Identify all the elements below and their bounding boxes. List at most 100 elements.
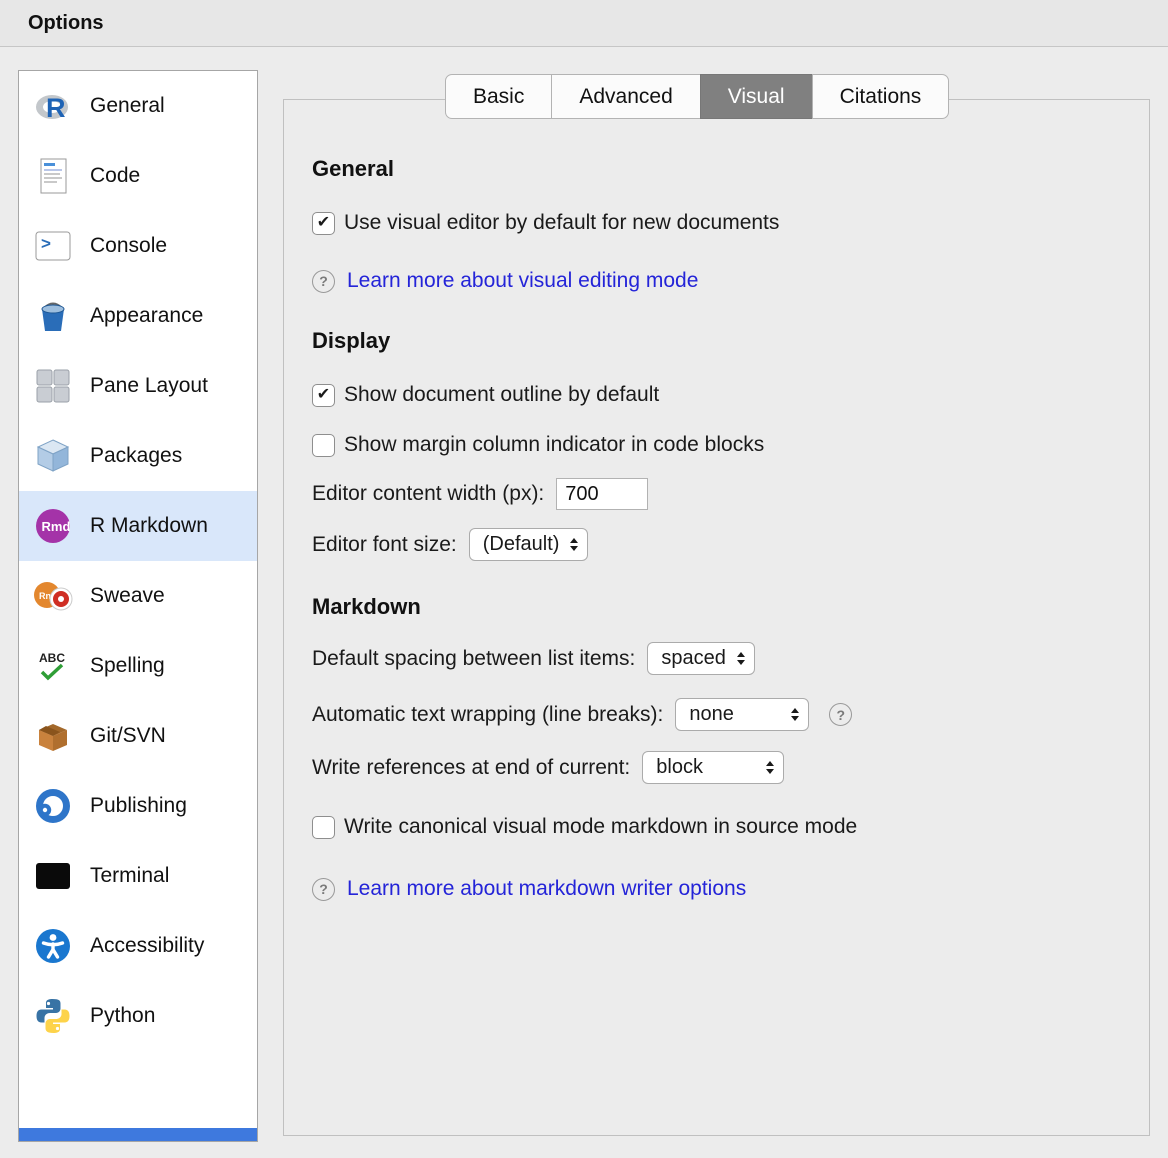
abc-spellcheck-icon: ABC xyxy=(31,644,75,688)
references-label: Write references at end of current: xyxy=(312,756,630,780)
svg-text:Rmd: Rmd xyxy=(42,519,71,534)
markdown-writer-help-row: ? Learn more about markdown writer optio… xyxy=(312,877,1119,901)
sidebar-partial-item-highlight xyxy=(19,1128,257,1141)
show-outline-checkbox[interactable] xyxy=(312,384,335,407)
text-wrapping-row: Automatic text wrapping (line breaks): n… xyxy=(312,698,1119,731)
show-outline-row: Show document outline by default xyxy=(312,382,1119,408)
tab-visual[interactable]: Visual xyxy=(700,74,813,119)
selected-value: block xyxy=(656,756,703,779)
editor-content-width-input[interactable] xyxy=(556,478,648,510)
stepper-arrows-icon xyxy=(766,761,774,774)
sidebar-item-label: Python xyxy=(90,1004,155,1028)
tab-basic[interactable]: Basic xyxy=(445,74,552,119)
sidebar-item-label: R Markdown xyxy=(90,514,208,538)
visual-editing-help-link[interactable]: Learn more about visual editing mode xyxy=(347,269,698,293)
cardboard-box-icon xyxy=(31,714,75,758)
canonical-markdown-row: Write canonical visual mode markdown in … xyxy=(312,814,1119,840)
tab-citations[interactable]: Citations xyxy=(812,74,950,119)
text-wrapping-label: Automatic text wrapping (line breaks): xyxy=(312,703,663,727)
sidebar-item-accessibility[interactable]: Accessibility xyxy=(19,911,257,981)
selected-value: none xyxy=(689,703,734,726)
help-icon[interactable]: ? xyxy=(312,878,335,901)
sidebar-item-terminal[interactable]: Terminal xyxy=(19,841,257,911)
sidebar-item-console[interactable]: > Console xyxy=(19,211,257,281)
visual-options-panel: General Use visual editor by default for… xyxy=(283,99,1150,1136)
show-margin-row: Show margin column indicator in code blo… xyxy=(312,432,1119,458)
sidebar-item-general[interactable]: R General xyxy=(19,71,257,141)
stepper-arrows-icon xyxy=(737,652,745,665)
content-width-label: Editor content width (px): xyxy=(312,482,544,506)
accessibility-person-icon xyxy=(31,924,75,968)
console-prompt-icon: > xyxy=(31,224,75,268)
sidebar-item-label: Sweave xyxy=(90,584,165,608)
sidebar-item-pane-layout[interactable]: Pane Layout xyxy=(19,351,257,421)
section-heading-display: Display xyxy=(312,328,1119,354)
stepper-arrows-icon xyxy=(791,708,799,721)
references-row: Write references at end of current: bloc… xyxy=(312,751,1119,784)
content-width-row: Editor content width (px): xyxy=(312,478,1119,510)
sidebar-item-label: Appearance xyxy=(90,304,203,328)
use-visual-editor-row: Use visual editor by default for new doc… xyxy=(312,210,1119,236)
sidebar-item-packages[interactable]: Packages xyxy=(19,421,257,491)
sidebar-item-label: Pane Layout xyxy=(90,374,208,398)
editor-font-size-select[interactable]: (Default) xyxy=(469,528,589,561)
sidebar-item-label: Publishing xyxy=(90,794,187,818)
section-heading-general: General xyxy=(312,156,1119,182)
font-size-row: Editor font size: (Default) xyxy=(312,528,1119,561)
sidebar-item-label: Git/SVN xyxy=(90,724,166,748)
rmarkdown-ball-icon: Rmd xyxy=(31,504,75,548)
show-outline-label: Show document outline by default xyxy=(344,382,659,408)
sidebar-item-spelling[interactable]: ABC Spelling xyxy=(19,631,257,701)
sidebar-item-sweave[interactable]: Rnw Sweave xyxy=(19,561,257,631)
terminal-screen-icon xyxy=(31,854,75,898)
use-visual-editor-label: Use visual editor by default for new doc… xyxy=(344,210,779,236)
font-size-label: Editor font size: xyxy=(312,533,457,557)
list-spacing-select[interactable]: spaced xyxy=(647,642,755,675)
list-spacing-row: Default spacing between list items: spac… xyxy=(312,642,1119,675)
sidebar-item-label: Terminal xyxy=(90,864,169,888)
references-select[interactable]: block xyxy=(642,751,784,784)
svg-text:>: > xyxy=(41,234,51,253)
code-document-icon xyxy=(31,154,75,198)
text-wrapping-select[interactable]: none xyxy=(675,698,809,731)
window-title: Options xyxy=(28,12,104,35)
show-margin-checkbox[interactable] xyxy=(312,434,335,457)
pane-grid-icon xyxy=(31,364,75,408)
tab-advanced[interactable]: Advanced xyxy=(551,74,700,119)
sidebar-item-code[interactable]: Code xyxy=(19,141,257,211)
publish-connect-icon xyxy=(31,784,75,828)
use-visual-editor-checkbox[interactable] xyxy=(312,212,335,235)
options-category-sidebar: R General Code > Console Appearance Pane… xyxy=(18,70,258,1142)
visual-editing-help-row: ? Learn more about visual editing mode xyxy=(312,269,1119,293)
sidebar-item-label: Packages xyxy=(90,444,182,468)
sidebar-item-appearance[interactable]: Appearance xyxy=(19,281,257,351)
python-logo-icon xyxy=(31,994,75,1038)
options-tab-bar: Basic Advanced Visual Citations xyxy=(445,74,949,119)
selected-value: spaced xyxy=(661,647,726,670)
sidebar-item-label: Spelling xyxy=(90,654,165,678)
text-wrapping-help-icon[interactable]: ? xyxy=(829,703,852,726)
canonical-markdown-checkbox[interactable] xyxy=(312,816,335,839)
selected-value: (Default) xyxy=(483,533,560,556)
markdown-writer-help-link[interactable]: Learn more about markdown writer options xyxy=(347,877,746,901)
canonical-markdown-label: Write canonical visual mode markdown in … xyxy=(344,814,857,840)
svg-text:R: R xyxy=(46,93,66,123)
sidebar-item-git-svn[interactable]: Git/SVN xyxy=(19,701,257,771)
sidebar-item-label: General xyxy=(90,94,165,118)
window-titlebar: Options xyxy=(0,0,1168,47)
svg-text:ABC: ABC xyxy=(39,651,65,665)
package-cube-icon xyxy=(31,434,75,478)
list-spacing-label: Default spacing between list items: xyxy=(312,647,635,671)
sidebar-item-label: Console xyxy=(90,234,167,258)
sidebar-item-r-markdown[interactable]: Rmd R Markdown xyxy=(19,491,257,561)
show-margin-label: Show margin column indicator in code blo… xyxy=(344,432,764,458)
sidebar-item-publishing[interactable]: Publishing xyxy=(19,771,257,841)
r-logo-icon: R xyxy=(31,84,75,128)
help-icon[interactable]: ? xyxy=(312,270,335,293)
sidebar-item-label: Code xyxy=(90,164,140,188)
sidebar-item-python[interactable]: Python xyxy=(19,981,257,1051)
stepper-arrows-icon xyxy=(570,538,578,551)
sidebar-item-label: Accessibility xyxy=(90,934,204,958)
paint-bucket-icon xyxy=(31,294,75,338)
sweave-rnw-pdf-icon: Rnw xyxy=(31,574,75,618)
